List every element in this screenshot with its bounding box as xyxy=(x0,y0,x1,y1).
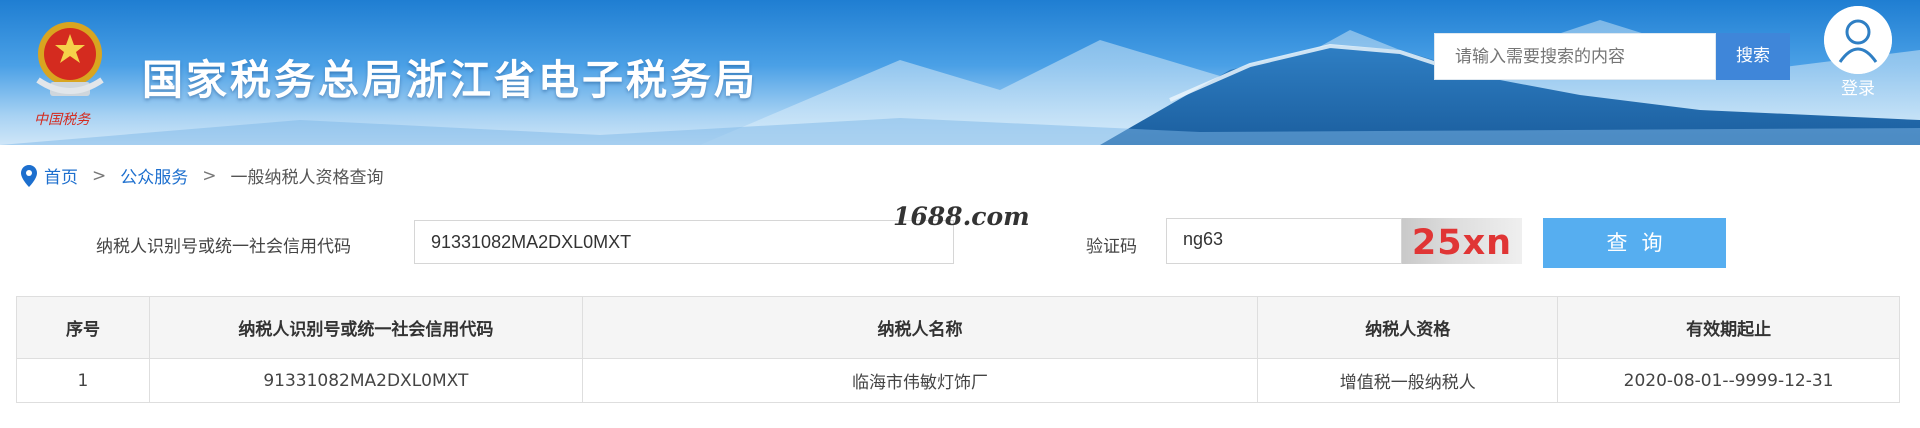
watermark-text: 1688.com xyxy=(893,202,1030,231)
cell-qualification: 增值税一般纳税人 xyxy=(1257,358,1559,403)
breadcrumb-public-service[interactable]: 公众服务 xyxy=(120,163,188,188)
column-header-name: 纳税人名称 xyxy=(581,296,1259,359)
column-header-tin: 纳税人识别号或统一社会信用代码 xyxy=(148,296,583,359)
cell-name: 临海市伟敏灯饰厂 xyxy=(581,358,1259,403)
breadcrumb-home[interactable]: 首页 xyxy=(44,163,78,188)
table-row: 1 91331082MA2DXL0MXT 临海市伟敏灯饰厂 增值税一般纳税人 2… xyxy=(16,358,1900,403)
header-banner: 中国税务 国家税务总局浙江省电子税务局 搜索 登录 xyxy=(0,0,1920,145)
breadcrumb-current: 一般纳税人资格查询 xyxy=(230,168,384,188)
table-header-row: 序号 纳税人识别号或统一社会信用代码 纳税人名称 纳税人资格 有效期起止 xyxy=(16,296,1900,359)
login-link[interactable]: 登录 xyxy=(1836,74,1880,99)
captcha-image[interactable]: 25xn xyxy=(1402,218,1522,264)
tin-label: 纳税人识别号或统一社会信用代码 xyxy=(96,237,351,257)
cell-validity: 2020-08-01--9999-12-31 xyxy=(1557,358,1900,403)
svg-text:中国税务: 中国税务 xyxy=(34,112,91,128)
location-pin-icon xyxy=(21,164,37,187)
tin-input[interactable]: 91331082MA2DXL0MXT xyxy=(414,220,954,264)
cell-index: 1 xyxy=(16,358,150,403)
site-title: 国家税务总局浙江省电子税务局 xyxy=(142,56,758,104)
query-button[interactable]: 查询 xyxy=(1543,218,1726,268)
captcha-label: 验证码 xyxy=(1086,237,1137,257)
result-table: 序号 纳税人识别号或统一社会信用代码 纳税人名称 纳税人资格 有效期起止 1 9… xyxy=(16,296,1900,403)
breadcrumb-separator: > xyxy=(202,165,217,186)
column-header-qualification: 纳税人资格 xyxy=(1257,296,1559,359)
captcha-input[interactable]: ng63 xyxy=(1166,218,1402,264)
breadcrumb: 首页 > 公众服务 > 一般纳税人资格查询 xyxy=(20,163,384,188)
breadcrumb-separator: > xyxy=(92,165,107,186)
search-input[interactable] xyxy=(1434,33,1716,80)
cell-tin: 91331082MA2DXL0MXT xyxy=(148,358,583,403)
search-button[interactable]: 搜索 xyxy=(1716,33,1790,80)
column-header-validity: 有效期起止 xyxy=(1557,296,1900,359)
column-header-index: 序号 xyxy=(16,296,150,359)
tax-emblem-icon: 中国税务 xyxy=(34,22,104,128)
user-icon[interactable] xyxy=(1824,6,1892,74)
